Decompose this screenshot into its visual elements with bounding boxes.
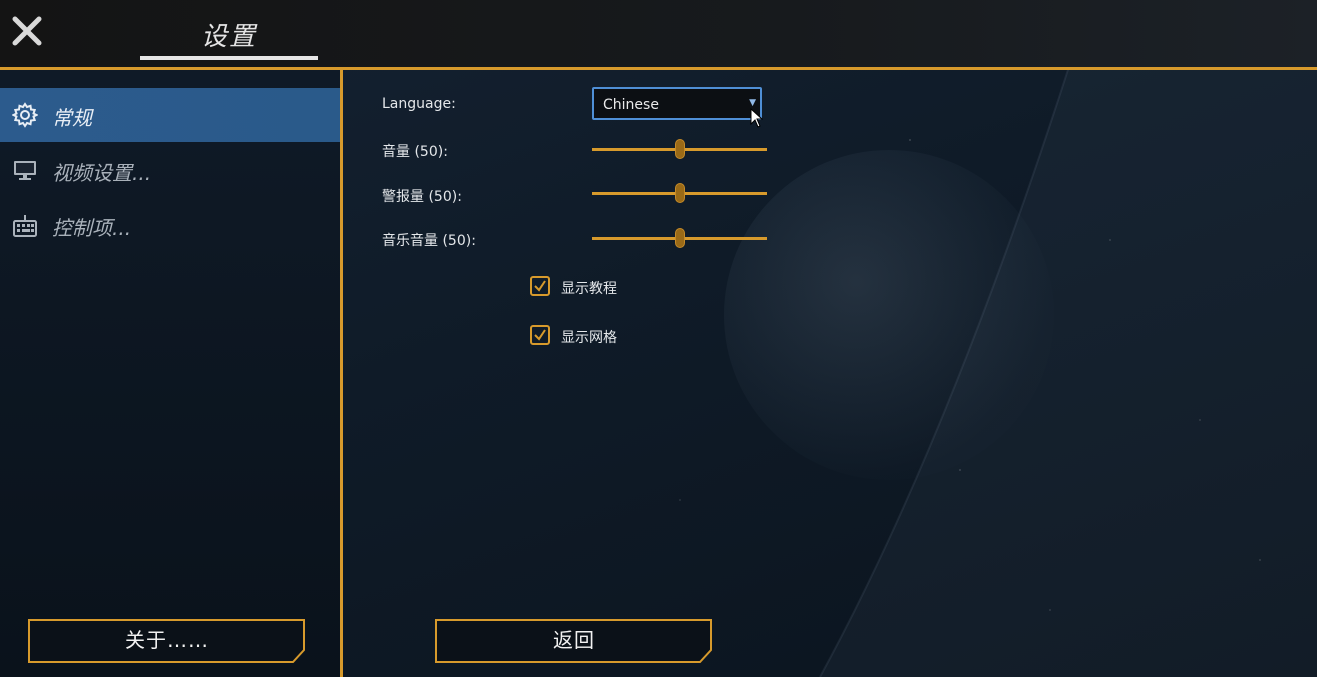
tab-underline <box>140 56 318 60</box>
volume-label: 音量 (50): <box>382 144 448 160</box>
slider-thumb[interactable] <box>674 183 685 203</box>
alert-volume-slider[interactable] <box>592 183 767 203</box>
checkbox-box[interactable] <box>530 325 550 345</box>
music-volume-slider[interactable] <box>592 228 767 248</box>
back-button-label: 返回 <box>553 628 595 652</box>
sidebar-item-label: 常规 <box>52 106 92 130</box>
gear-icon <box>11 102 39 128</box>
dropdown-arrow-icon: ▼ <box>749 98 756 108</box>
language-select-value: Chinese <box>603 97 659 113</box>
checkmark-icon <box>534 329 546 341</box>
show-grid-checkbox[interactable]: 显示网格 <box>530 325 670 347</box>
about-button-label: 关于…… <box>125 628 209 652</box>
keyboard-icon <box>12 212 38 238</box>
page-title: 设置 <box>200 22 257 52</box>
header-bar: 设置 <box>0 0 1317 68</box>
show-tutorial-checkbox[interactable]: 显示教程 <box>530 276 670 298</box>
alert-volume-label: 警报量 (50): <box>382 189 462 205</box>
music-volume-label: 音乐音量 (50): <box>382 233 476 249</box>
sidebar-item-general[interactable]: 常规 <box>0 88 340 142</box>
sidebar-item-controls[interactable]: 控制项... <box>0 198 340 252</box>
settings-window: 设置 常规 视频设置... 控制项... 关于…… Language: Chin… <box>0 0 1317 677</box>
checkmark-icon <box>534 280 546 292</box>
close-button[interactable] <box>8 10 46 50</box>
checkbox-label: 显示网格 <box>561 330 617 346</box>
about-button[interactable]: 关于…… <box>28 619 306 663</box>
mouse-cursor-icon <box>750 107 764 128</box>
close-x-icon <box>12 16 42 46</box>
volume-slider[interactable] <box>592 139 767 159</box>
sidebar-item-video-settings[interactable]: 视频设置... <box>0 143 340 197</box>
back-button[interactable]: 返回 <box>435 619 713 663</box>
tab-settings[interactable]: 设置 <box>140 10 318 60</box>
language-select[interactable]: Chinese ▼ <box>592 87 762 120</box>
sidebar-divider <box>340 70 343 677</box>
checkbox-box[interactable] <box>530 276 550 296</box>
sidebar-item-label: 视频设置... <box>52 161 152 185</box>
slider-thumb[interactable] <box>674 139 685 159</box>
planet-image <box>724 150 1054 480</box>
sidebar-item-label: 控制项... <box>52 216 132 240</box>
checkbox-label: 显示教程 <box>561 281 617 297</box>
monitor-icon <box>12 157 38 183</box>
language-label: Language: <box>382 96 456 112</box>
slider-thumb[interactable] <box>674 228 685 248</box>
